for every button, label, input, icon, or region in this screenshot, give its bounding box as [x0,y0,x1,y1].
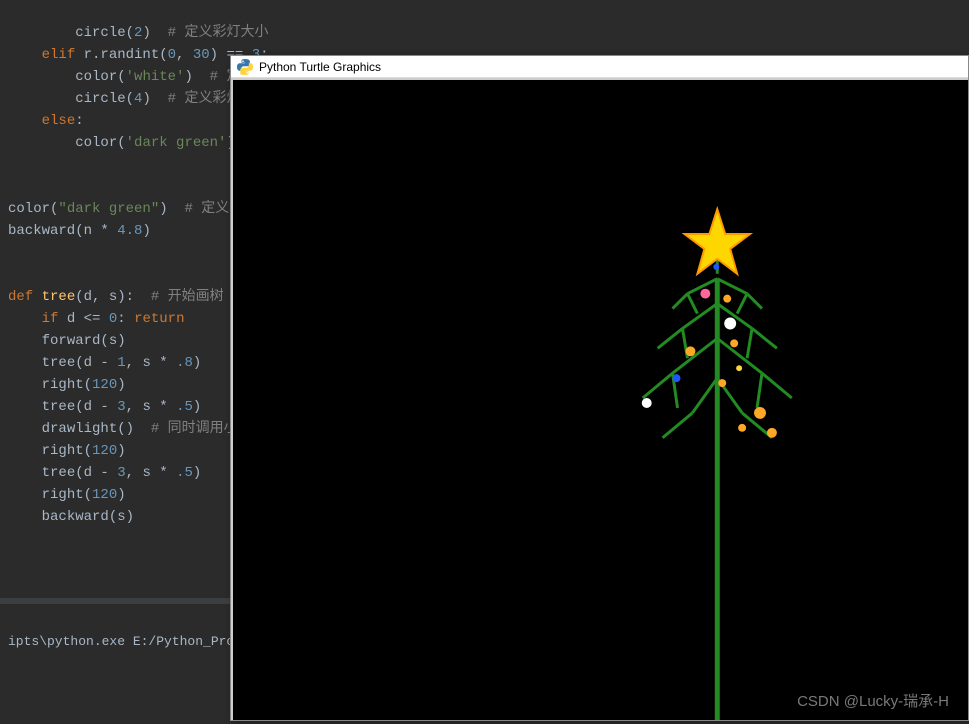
python-icon [237,59,253,75]
window-titlebar[interactable]: Python Turtle Graphics [231,56,968,78]
turtle-graphics-window[interactable]: Python Turtle Graphics [230,55,969,721]
christmas-tree-drawing [233,80,968,720]
window-title: Python Turtle Graphics [259,60,381,74]
turtle-canvas [231,78,968,720]
terminal-output: ipts\python.exe E:/Python_Proj [8,634,242,649]
watermark-text: CSDN @Lucky-瑞承-H [797,690,949,711]
